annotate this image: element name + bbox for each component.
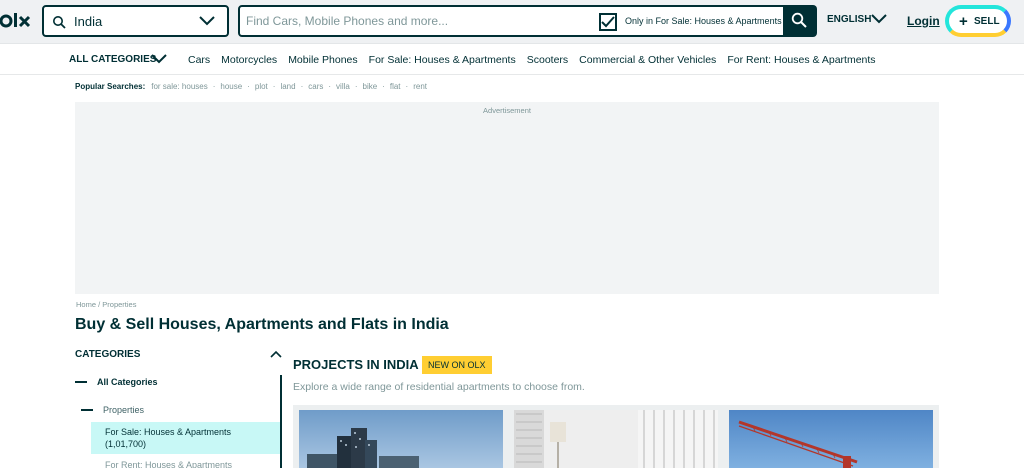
separator: · xyxy=(212,82,216,91)
sidebar-item-for-sale-houses[interactable]: For Sale: Houses & Apartments (1,01,700) xyxy=(91,422,280,454)
popular-search-link[interactable]: for sale: houses xyxy=(151,82,207,91)
language-selector[interactable]: ENGLISH xyxy=(827,14,871,25)
popular-searches: Popular Searches: for sale: houses · hous… xyxy=(75,82,427,91)
popular-search-link[interactable]: flat xyxy=(390,82,401,91)
nav-link-cars[interactable]: Cars xyxy=(188,54,210,66)
separator: · xyxy=(382,82,385,91)
sidebar-item-label: All Categories xyxy=(97,377,158,387)
nav-link-for-sale-houses[interactable]: For Sale: Houses & Apartments xyxy=(369,54,516,66)
nav-link-mobile-phones[interactable]: Mobile Phones xyxy=(288,54,357,66)
search-input[interactable]: Find Cars, Mobile Phones and more... xyxy=(246,14,448,28)
categories-heading: CATEGORIES xyxy=(75,349,141,360)
advertisement-label: Advertisement xyxy=(483,106,531,115)
separator: · xyxy=(405,82,409,91)
projects-carousel xyxy=(293,405,939,468)
nav-link-motorcycles[interactable]: Motorcycles xyxy=(221,54,277,66)
sell-label: SELL xyxy=(974,16,1000,27)
breadcrumb-home[interactable]: Home xyxy=(76,300,96,309)
top-header: India Find Cars, Mobile Phones and more.… xyxy=(0,0,1024,44)
breadcrumb: Home / Properties xyxy=(76,300,136,309)
page-title: Buy & Sell Houses, Apartments and Flats … xyxy=(75,316,449,333)
chevron-down-icon[interactable] xyxy=(871,12,887,26)
plus-icon: + xyxy=(959,13,968,30)
popular-search-link[interactable]: land xyxy=(280,82,295,91)
separator: · xyxy=(300,82,304,91)
sidebar-active-label: For Sale: Houses & Apartments xyxy=(105,427,232,437)
search-button[interactable] xyxy=(783,5,817,37)
sidebar-item-for-rent-houses[interactable]: For Rent: Houses & Apartments xyxy=(105,460,232,468)
project-image xyxy=(299,410,503,468)
separator: · xyxy=(354,82,358,91)
project-card[interactable] xyxy=(729,410,933,468)
location-value: India xyxy=(74,14,103,29)
popular-search-link[interactable]: plot xyxy=(255,82,268,91)
login-link[interactable]: Login xyxy=(907,14,940,28)
popular-search-link[interactable]: rent xyxy=(413,82,427,91)
breadcrumb-properties[interactable]: Properties xyxy=(102,300,136,309)
chevron-down-icon[interactable] xyxy=(151,52,167,66)
chevron-down-icon[interactable] xyxy=(199,14,215,28)
minus-icon xyxy=(75,381,87,383)
popular-search-link[interactable]: house xyxy=(220,82,242,91)
sell-button[interactable]: + SELL xyxy=(945,5,1011,37)
popular-search-link[interactable]: cars xyxy=(308,82,323,91)
nav-link-scooters[interactable]: Scooters xyxy=(527,54,568,66)
sidebar-item-all-categories[interactable]: All Categories xyxy=(75,377,158,387)
project-image xyxy=(729,410,933,468)
projects-subtitle: Explore a wide range of residential apar… xyxy=(293,381,585,393)
projects-title: PROJECTS IN INDIA xyxy=(293,357,419,372)
location-selector[interactable]: India xyxy=(42,5,229,37)
sidebar-active-count: (1,01,700) xyxy=(105,439,147,449)
sidebar-item-label: For Sale: Houses & Apartments (1,01,700) xyxy=(105,426,231,450)
search-bar[interactable]: Find Cars, Mobile Phones and more... Onl… xyxy=(238,5,817,37)
new-badge: NEW ON OLX xyxy=(422,356,492,374)
sale-filter-checkbox[interactable] xyxy=(599,13,617,31)
category-nav: ALL CATEGORIES Cars Motorcycles Mobile P… xyxy=(0,44,1024,75)
nav-link-for-rent-houses[interactable]: For Rent: Houses & Apartments xyxy=(727,54,875,66)
separator: · xyxy=(272,82,276,91)
all-categories-toggle[interactable]: ALL CATEGORIES xyxy=(69,54,156,65)
popular-search-link[interactable]: bike xyxy=(363,82,378,91)
sale-filter-label[interactable]: Only in For Sale: Houses & Apartments xyxy=(625,16,782,26)
sidebar-item-properties[interactable]: Properties xyxy=(81,405,144,415)
nav-link-commercial-vehicles[interactable]: Commercial & Other Vehicles xyxy=(579,54,716,66)
separator: · xyxy=(247,82,250,91)
popular-searches-title: Popular Searches: xyxy=(75,82,146,91)
sidebar-scrollbar[interactable] xyxy=(280,375,282,468)
check-icon xyxy=(601,16,615,28)
chevron-up-icon[interactable] xyxy=(270,349,282,359)
minus-icon xyxy=(81,409,93,411)
advertisement-banner[interactable]: Advertisement xyxy=(75,102,939,294)
project-image xyxy=(514,410,718,468)
sidebar-item-label: Properties xyxy=(103,405,145,415)
popular-search-link[interactable]: villa xyxy=(336,82,350,91)
project-card[interactable] xyxy=(299,410,503,468)
separator: · xyxy=(328,82,332,91)
search-icon xyxy=(791,12,807,28)
project-card[interactable] xyxy=(514,410,718,468)
olx-logo[interactable] xyxy=(0,8,32,34)
search-icon xyxy=(53,16,66,29)
category-links: Cars Motorcycles Mobile Phones For Sale:… xyxy=(188,54,876,66)
